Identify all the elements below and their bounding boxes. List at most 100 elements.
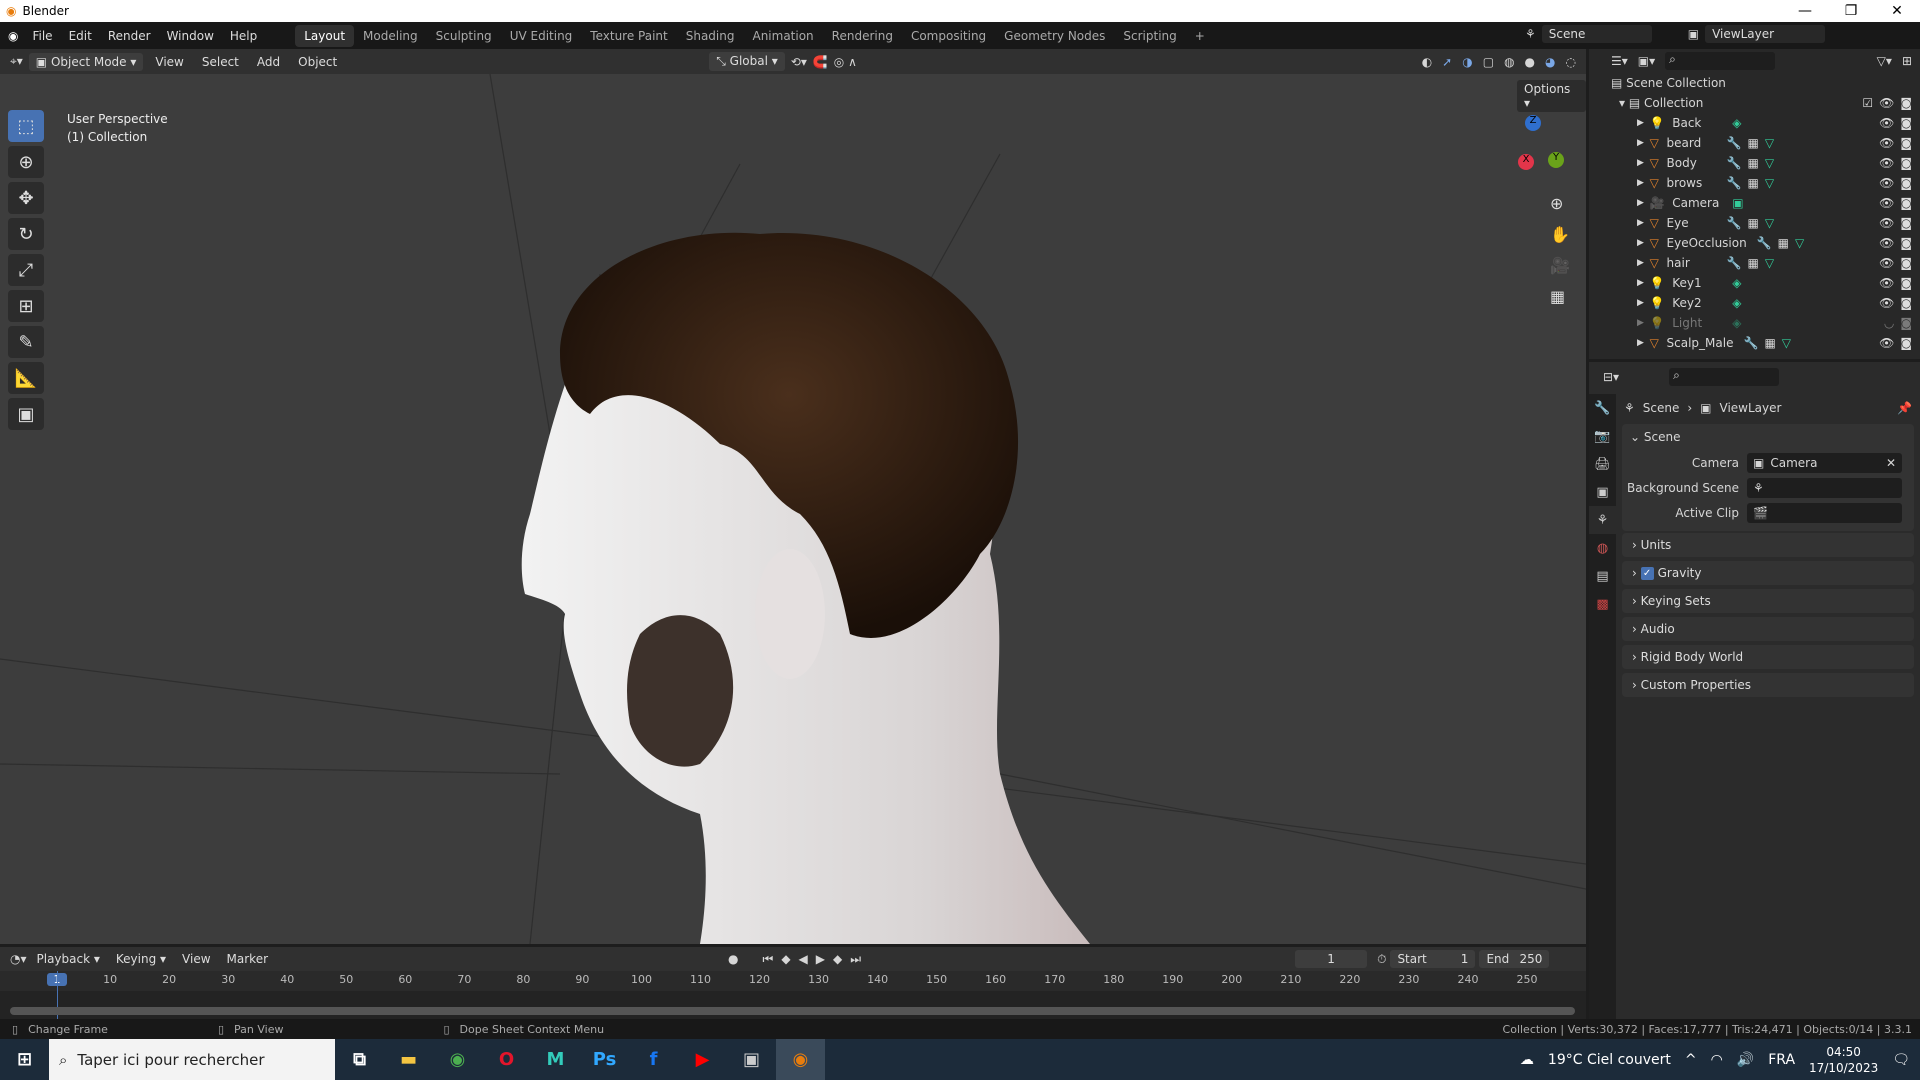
youtube-icon[interactable]: ▶	[678, 1039, 727, 1080]
add-workspace-button[interactable]: +	[1186, 25, 1214, 47]
menu-edit[interactable]: Edit	[61, 29, 100, 43]
render-icon[interactable]: ◙	[1900, 96, 1912, 110]
render-icon[interactable]: ◙	[1900, 296, 1912, 310]
eye-icon[interactable]: 👁	[1879, 276, 1894, 290]
light-data-icon[interactable]: ◈	[1732, 316, 1741, 330]
expand-arrow-icon[interactable]: ▶	[1637, 158, 1650, 168]
jump-end-icon[interactable]: ⏭	[850, 952, 861, 967]
menu-window[interactable]: Window	[159, 29, 222, 43]
clear-icon[interactable]: ✕	[1886, 456, 1896, 470]
maximize-button[interactable]: ❐	[1828, 3, 1874, 19]
opera-icon[interactable]: O	[482, 1039, 531, 1080]
solid-shading-icon[interactable]: ●	[1525, 55, 1535, 69]
menu-render[interactable]: Render	[100, 29, 159, 43]
menu-view[interactable]: View	[176, 950, 216, 968]
photoshop-icon[interactable]: Ps	[580, 1039, 629, 1080]
output-tab-icon[interactable]: 🖨	[1589, 450, 1616, 478]
visibility-icon[interactable]: ◐	[1422, 55, 1432, 69]
collection-tab-icon[interactable]: ▤	[1589, 562, 1616, 590]
play-icon[interactable]: ▶	[816, 952, 825, 967]
menu-add[interactable]: Add	[251, 53, 286, 71]
orientation-selector[interactable]: ⤡ Global ▾	[709, 52, 785, 71]
outliner-search-input[interactable]: ⌕	[1665, 52, 1776, 70]
mesh-data-icon[interactable]: ▽	[1765, 216, 1774, 230]
tab-modeling[interactable]: Modeling	[354, 25, 427, 47]
app-icon[interactable]: ▣	[727, 1039, 776, 1080]
language-indicator[interactable]: FRA	[1768, 1052, 1795, 1068]
mesh-data-icon[interactable]: ▽	[1765, 136, 1774, 150]
expand-arrow-icon[interactable]: ▶	[1637, 198, 1650, 208]
material-shading-icon[interactable]: ◕	[1545, 55, 1555, 69]
snap-icon[interactable]: 🧲	[813, 55, 828, 69]
modifier-wrench-icon[interactable]: 🔧	[1727, 176, 1742, 190]
outliner-item-scalp_male[interactable]: ▶ ▽ Scalp_Male 🔧 ▦ ▽ 👁 ◙	[1589, 333, 1920, 353]
particles-icon[interactable]: ▦	[1764, 336, 1775, 350]
expand-arrow-icon[interactable]: ▾	[1619, 96, 1629, 110]
modifier-wrench-icon[interactable]: 🔧	[1743, 336, 1758, 350]
expand-arrow-icon[interactable]: ▶	[1637, 218, 1650, 228]
eye-icon[interactable]: 👁	[1879, 216, 1894, 230]
zoom-icon[interactable]: ⊕	[1550, 194, 1570, 213]
render-icon[interactable]: ◙	[1900, 316, 1912, 330]
current-frame-field[interactable]: 1	[1295, 950, 1368, 968]
cursor-tool[interactable]: ⊕	[8, 146, 44, 178]
gizmo-toggle-icon[interactable]: ➚	[1442, 55, 1452, 69]
expand-arrow-icon[interactable]: ▶	[1637, 318, 1650, 328]
navigation-gizmo[interactable]: Z Y X	[1490, 110, 1570, 190]
eye-icon[interactable]: 👁	[1879, 236, 1894, 250]
facebook-icon[interactable]: f	[629, 1039, 678, 1080]
add-cube-tool[interactable]: ▣	[8, 398, 44, 430]
menu-file[interactable]: File	[24, 29, 60, 43]
mesh-data-icon[interactable]: ▽	[1765, 176, 1774, 190]
keying-sets-panel[interactable]: › Keying Sets	[1622, 589, 1914, 613]
eye-icon[interactable]: 👁	[1879, 196, 1894, 210]
gravity-checkbox[interactable]: ✓	[1640, 566, 1654, 580]
expand-arrow-icon[interactable]: ▶	[1637, 138, 1650, 148]
expand-arrow-icon[interactable]: ▶	[1637, 258, 1650, 268]
minimize-button[interactable]: —	[1782, 3, 1828, 19]
modifier-wrench-icon[interactable]: 🔧	[1727, 136, 1742, 150]
particles-icon[interactable]: ▦	[1747, 136, 1758, 150]
light-data-icon[interactable]: ◈	[1732, 296, 1741, 310]
expand-arrow-icon[interactable]: ▶	[1637, 298, 1650, 308]
weather-icon[interactable]: ☁	[1520, 1052, 1534, 1068]
render-icon[interactable]: ◙	[1900, 116, 1912, 130]
windows-start-icon[interactable]: ⊞	[0, 1039, 49, 1080]
eye-icon[interactable]: 👁	[1879, 296, 1894, 310]
render-icon[interactable]: ◙	[1900, 256, 1912, 270]
light-data-icon[interactable]: ◈	[1732, 276, 1741, 290]
file-explorer-icon[interactable]: ▬	[384, 1039, 433, 1080]
render-icon[interactable]: ◙	[1900, 276, 1912, 290]
app-m-icon[interactable]: M	[531, 1039, 580, 1080]
gizmo-z-axis[interactable]: Z	[1525, 115, 1541, 131]
task-view-icon[interactable]: ⧉	[335, 1039, 384, 1080]
jump-start-icon[interactable]: ⏮	[763, 952, 774, 967]
start-frame-field[interactable]: Start 1	[1390, 950, 1476, 968]
pan-hand-icon[interactable]: ✋	[1550, 225, 1570, 244]
editor-type-icon[interactable]: ⌖▾	[10, 54, 23, 69]
outliner-item-key2[interactable]: ▶ 💡 Key2 ◈ 👁 ◙	[1589, 293, 1920, 313]
expand-arrow-icon[interactable]: ▶	[1637, 238, 1650, 248]
expand-arrow-icon[interactable]: ▶	[1637, 338, 1650, 348]
render-icon[interactable]: ◙	[1900, 176, 1912, 190]
menu-object[interactable]: Object	[292, 53, 343, 71]
blender-taskbar-icon[interactable]: ◉	[776, 1039, 825, 1080]
tab-uv-editing[interactable]: UV Editing	[501, 25, 582, 47]
tab-texture-paint[interactable]: Texture Paint	[581, 25, 676, 47]
expand-arrow-icon[interactable]: ▶	[1637, 178, 1650, 188]
scale-tool[interactable]: ⤢	[8, 254, 44, 286]
end-frame-field[interactable]: End 250	[1479, 950, 1550, 968]
mesh-data-icon[interactable]: ▽	[1782, 336, 1791, 350]
tool-tab-icon[interactable]: 🔧	[1589, 394, 1616, 422]
render-icon[interactable]: ◙	[1900, 216, 1912, 230]
outliner-item-back[interactable]: ▶ 💡 Back ◈ 👁 ◙	[1589, 113, 1920, 133]
tab-compositing[interactable]: Compositing	[902, 25, 995, 47]
xray-icon[interactable]: ▢	[1483, 55, 1494, 69]
expand-arrow-icon[interactable]: ▶	[1637, 278, 1650, 288]
active-clip-field[interactable]: 🎬	[1747, 502, 1902, 523]
move-tool[interactable]: ✥	[8, 182, 44, 214]
scene-tab-icon[interactable]: ⚘	[1589, 506, 1616, 534]
overlay-toggle-icon[interactable]: ◑	[1462, 55, 1472, 69]
render-icon[interactable]: ◙	[1900, 136, 1912, 150]
audio-panel[interactable]: › Audio	[1622, 617, 1914, 641]
